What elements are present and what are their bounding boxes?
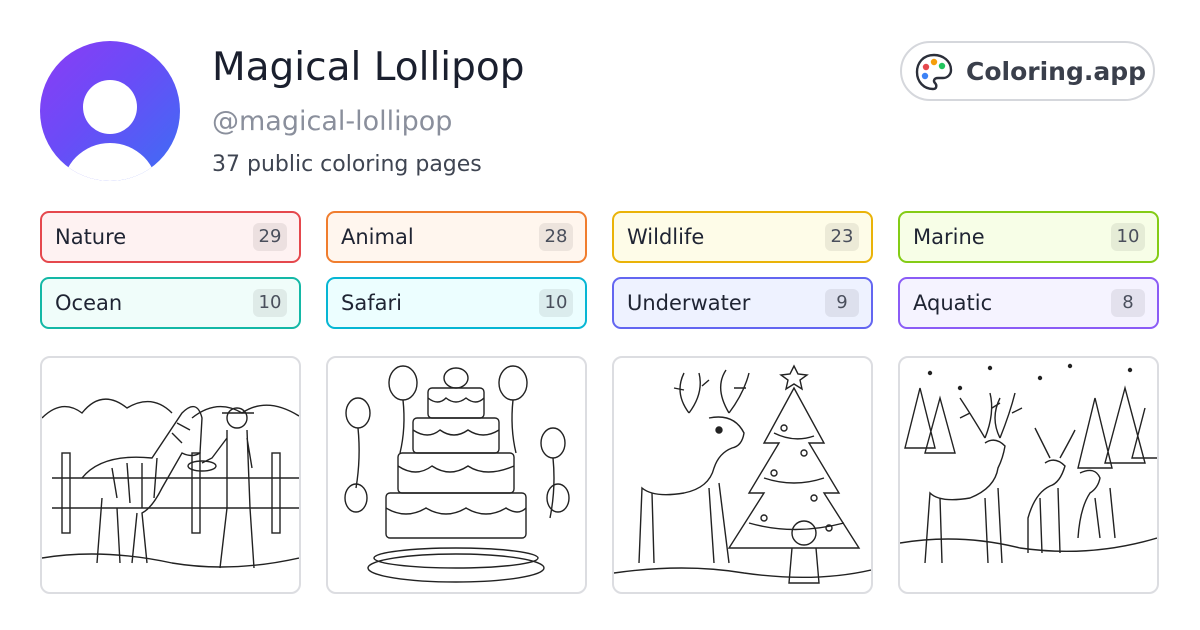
tag-aquatic[interactable]: Aquatic 8 (898, 277, 1159, 329)
tag-wildlife[interactable]: Wildlife 23 (612, 211, 873, 263)
tag-ocean[interactable]: Ocean 10 (40, 277, 301, 329)
tag-nature[interactable]: Nature 29 (40, 211, 301, 263)
zebra-zookeeper-icon (42, 398, 299, 569)
tag-underwater[interactable]: Underwater 9 (612, 277, 873, 329)
tag-animal[interactable]: Animal 28 (326, 211, 587, 263)
tag-count-badge: 9 (825, 289, 859, 317)
pages-count: 37 public coloring pages (212, 152, 482, 177)
tag-count-badge: 8 (1111, 289, 1145, 317)
tag-count-badge: 10 (539, 289, 573, 317)
tag-marine[interactable]: Marine 10 (898, 211, 1159, 263)
tag-label: Nature (55, 225, 127, 249)
tag-safari[interactable]: Safari 10 (326, 277, 587, 329)
avatar-body-shape (62, 143, 158, 181)
deer-winter-forest-icon (900, 363, 1157, 564)
tag-count-badge: 10 (1111, 223, 1145, 251)
coloring-page-card-deer[interactable] (898, 356, 1159, 594)
tag-label: Underwater (627, 291, 751, 315)
avatar-head-shape (83, 80, 137, 134)
coloring-app-link[interactable]: Coloring.app (900, 41, 1155, 101)
tag-label: Marine (913, 225, 985, 249)
tag-count-badge: 23 (825, 223, 859, 251)
tag-label: Safari (341, 291, 402, 315)
coloring-page-card-cake[interactable] (326, 356, 587, 594)
birthday-cake-icon (344, 365, 570, 583)
reindeer-christmas-tree-icon (614, 364, 871, 584)
tag-label: Aquatic (913, 291, 993, 315)
tag-label: Wildlife (627, 225, 705, 249)
tag-label: Animal (341, 225, 414, 249)
tag-label: Ocean (55, 291, 123, 315)
tag-count-badge: 28 (539, 223, 573, 251)
tag-count-badge: 29 (253, 223, 287, 251)
coloring-page-card-reindeer[interactable] (612, 356, 873, 594)
profile-name: Magical Lollipop (212, 45, 525, 90)
tag-count-badge: 10 (253, 289, 287, 317)
palette-icon (915, 53, 953, 91)
profile-handle: @magical-lollipop (212, 106, 453, 137)
brand-label: Coloring.app (966, 57, 1147, 86)
avatar (40, 41, 180, 181)
coloring-page-card-zebra[interactable] (40, 356, 301, 594)
